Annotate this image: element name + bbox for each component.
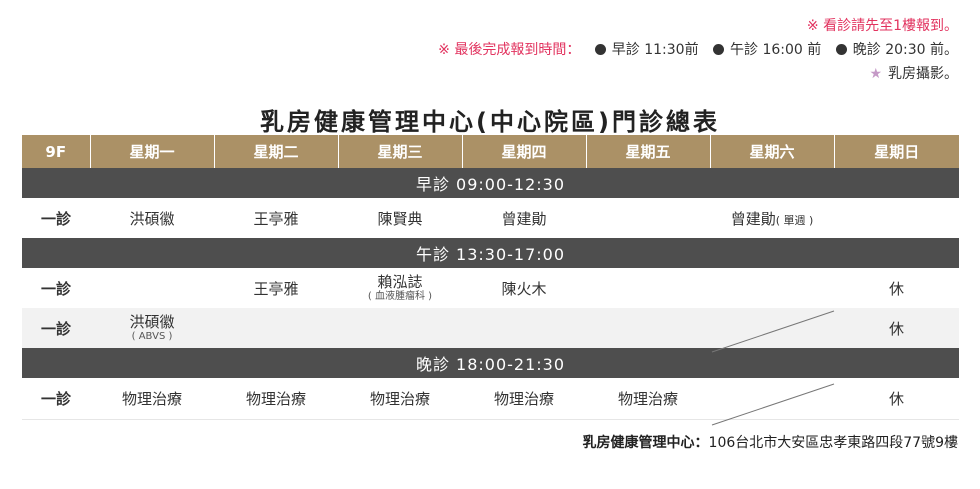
cell-tue: 王亭雅	[214, 198, 338, 238]
checkin-time-evening: 晚診 20:30 前。	[852, 42, 958, 58]
cell-fri	[586, 308, 710, 348]
last-checkin-times: ※ 最後完成報到時間： 早診 11:30前 午診 16:00 前 晚診 20:3…	[438, 38, 958, 62]
week-note: ( 單週 )	[775, 213, 814, 227]
session-morning: 早診 09:00-12:30	[22, 168, 959, 198]
checkin-time-afternoon: 午診 16:00 前	[730, 42, 822, 58]
table-row: 一診 洪碩徽 王亭雅 陳賢典 曾建勛 曾建勛( 單週 )	[22, 198, 959, 238]
cell-sat	[710, 378, 834, 418]
header-wed: 星期三	[337, 135, 462, 168]
address-text: 106台北市大安區忠孝東路四段77號9樓	[708, 435, 958, 451]
clinic-schedule-table: 9F 星期一 星期二 星期三 星期四 星期五 星期六 星期日 早診 09:00-…	[22, 135, 959, 420]
center-name: 乳房健康管理中心：	[582, 435, 709, 451]
department-note: ( ABVS )	[131, 331, 173, 342]
cell-tue	[214, 308, 338, 348]
cell-fri	[586, 198, 710, 238]
doctor-name: 賴泓誌	[377, 273, 423, 291]
checkin-notice: ※ 看診請先至1樓報到。	[806, 18, 958, 34]
mammography-label: 乳房攝影。	[888, 66, 958, 82]
session-morning-row: 早診 09:00-12:30	[22, 168, 959, 198]
cell-thu	[462, 308, 586, 348]
cell-mon: 物理治療	[90, 378, 214, 418]
header-mon: 星期一	[89, 135, 214, 168]
cell-thu: 曾建勛	[462, 198, 586, 238]
cell-sun: 休	[834, 308, 959, 348]
header-floor: 9F	[22, 135, 90, 168]
cell-sun: 休	[834, 378, 959, 418]
cell-sat	[710, 308, 834, 348]
header-thu: 星期四	[461, 135, 586, 168]
cell-sat: 曾建勛( 單週 )	[710, 198, 834, 238]
cell-mon: 洪碩徽( ABVS )	[90, 308, 214, 348]
cell-tue: 王亭雅	[214, 268, 338, 308]
doctor-name: 曾建勛	[730, 209, 776, 228]
bottom-divider	[22, 418, 959, 420]
session-afternoon: 午診 13:30-17:00	[22, 238, 959, 268]
cell-mon	[90, 268, 214, 308]
cell-wed: 賴泓誌( 血液腫瘤科 )	[338, 268, 462, 308]
bullet-icon	[594, 44, 606, 55]
table-row: 一診 王亭雅 賴泓誌( 血液腫瘤科 ) 陳火木 休	[22, 268, 959, 308]
department-note: ( 血液腫瘤科 )	[367, 291, 433, 302]
cell-fri: 物理治療	[586, 378, 710, 418]
header-sun: 星期日	[833, 135, 959, 168]
cell-thu: 物理治療	[462, 378, 586, 418]
header-sat: 星期六	[709, 135, 834, 168]
header-tue: 星期二	[213, 135, 338, 168]
doctor-name: 洪碩徽	[129, 313, 175, 331]
session-afternoon-row: 午診 13:30-17:00	[22, 238, 959, 268]
cell-tue: 物理治療	[214, 378, 338, 418]
header-fri: 星期五	[585, 135, 710, 168]
mammography-note: ★ 乳房攝影。	[438, 62, 958, 86]
session-evening-row: 晚診 18:00-21:30	[22, 348, 959, 378]
table-row: 一診 洪碩徽( ABVS ) 休	[22, 308, 959, 348]
room-label: 一診	[22, 198, 90, 238]
cell-wed: 物理治療	[338, 378, 462, 418]
cell-fri	[586, 268, 710, 308]
cell-wed	[338, 308, 462, 348]
cell-wed: 陳賢典	[338, 198, 462, 238]
session-evening: 晚診 18:00-21:30	[22, 348, 959, 378]
room-label: 一診	[22, 268, 90, 308]
cell-thu: 陳火木	[462, 268, 586, 308]
room-label: 一診	[22, 308, 90, 348]
cell-sun: 休	[834, 268, 959, 308]
checkin-time-morning: 早診 11:30前	[611, 42, 699, 58]
cell-sat	[710, 268, 834, 308]
footer-address: 乳房健康管理中心：106台北市大安區忠孝東路四段77號9樓	[583, 432, 958, 452]
room-label: 一診	[22, 378, 90, 418]
cell-sun	[834, 198, 959, 238]
bullet-icon	[713, 44, 725, 55]
table-row: 一診 物理治療 物理治療 物理治療 物理治療 物理治療 休	[22, 378, 959, 418]
cell-mon: 洪碩徽	[90, 198, 214, 238]
bullet-icon	[835, 44, 847, 55]
notice-block: ※ 看診請先至1樓報到。 ※ 最後完成報到時間： 早診 11:30前 午診 16…	[438, 14, 958, 86]
last-checkin-label: ※ 最後完成報到時間：	[438, 42, 581, 58]
star-icon: ★	[869, 66, 882, 82]
page-title: 乳房健康管理中心(中心院區)門診總表	[260, 108, 720, 136]
header-row: 9F 星期一 星期二 星期三 星期四 星期五 星期六 星期日	[22, 135, 959, 168]
